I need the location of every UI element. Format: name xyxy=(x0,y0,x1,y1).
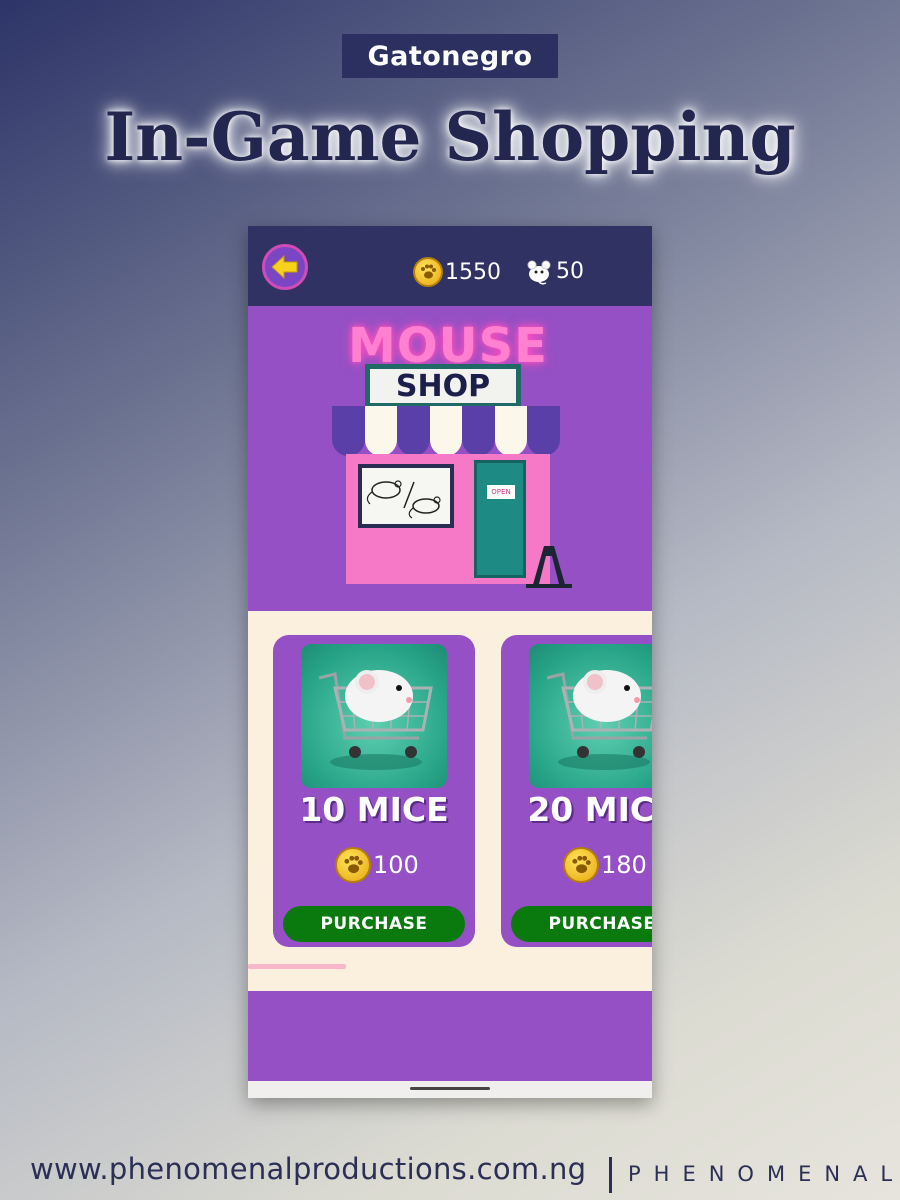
footer-divider xyxy=(609,1157,612,1193)
price-value: 180 xyxy=(601,851,647,879)
top-bar: 1550 50 xyxy=(248,226,652,306)
awning xyxy=(332,406,561,456)
purchase-button[interactable]: PURCHASE xyxy=(511,906,652,942)
product-card: 20 MICE 180 PURCHASE xyxy=(501,635,652,947)
shop-banner: MOUSE SHOP OPEN xyxy=(248,306,652,611)
mouse-in-cart-icon xyxy=(546,670,652,770)
paw-coin-icon xyxy=(335,847,371,883)
a-frame-sign-icon xyxy=(526,546,572,588)
system-nav-bar xyxy=(248,1081,652,1098)
coin-balance: 1550 xyxy=(413,257,501,287)
footer-logo: PHENOMENAL xyxy=(628,1162,900,1186)
mouse-in-cart-icon xyxy=(318,670,433,770)
shop-board: SHOP xyxy=(365,364,521,408)
product-title: 20 MICE xyxy=(527,790,652,829)
bottom-panel xyxy=(248,991,652,1081)
back-arrow-icon xyxy=(271,254,298,280)
purchase-button[interactable]: PURCHASE xyxy=(283,906,465,942)
storefront: OPEN xyxy=(346,454,550,584)
price-value: 100 xyxy=(373,851,419,879)
mice-count: 50 xyxy=(556,258,584,284)
carousel-scrollbar[interactable] xyxy=(248,964,346,969)
back-button[interactable] xyxy=(262,244,308,290)
paw-coin-icon xyxy=(563,847,599,883)
mouse-sketch-icon xyxy=(366,480,441,519)
paw-coin-icon xyxy=(413,257,443,287)
product-image xyxy=(529,644,652,788)
shop-window xyxy=(358,464,454,528)
product-carousel[interactable]: 10 MICE 100 PURCHASE 20 MIC 180 PURCHASE xyxy=(248,611,652,991)
product-price: 180 xyxy=(563,847,647,883)
product-card: 10 MICE 100 PURCHASE xyxy=(273,635,475,947)
product-title: 10 MICE xyxy=(299,790,449,829)
shop-door: OPEN xyxy=(474,460,526,578)
mice-balance: 50 xyxy=(524,256,584,286)
brand-label: Gatonegro xyxy=(342,34,558,78)
page-title: In-Game Shopping xyxy=(104,98,796,176)
card-viewport: 20 MICE 180 PURCHASE xyxy=(501,611,652,991)
open-sign: OPEN xyxy=(487,485,515,499)
footer-url: www.phenomenalproductions.com.ng xyxy=(30,1152,587,1186)
phone-screen: 1550 50 MOUSE SHOP OPEN 10 MICE 100 PURC… xyxy=(248,226,652,1098)
home-gesture-handle[interactable] xyxy=(410,1087,490,1090)
product-price: 100 xyxy=(335,847,419,883)
coin-count: 1550 xyxy=(445,259,501,285)
product-image xyxy=(301,644,447,788)
mouse-icon xyxy=(527,260,551,285)
